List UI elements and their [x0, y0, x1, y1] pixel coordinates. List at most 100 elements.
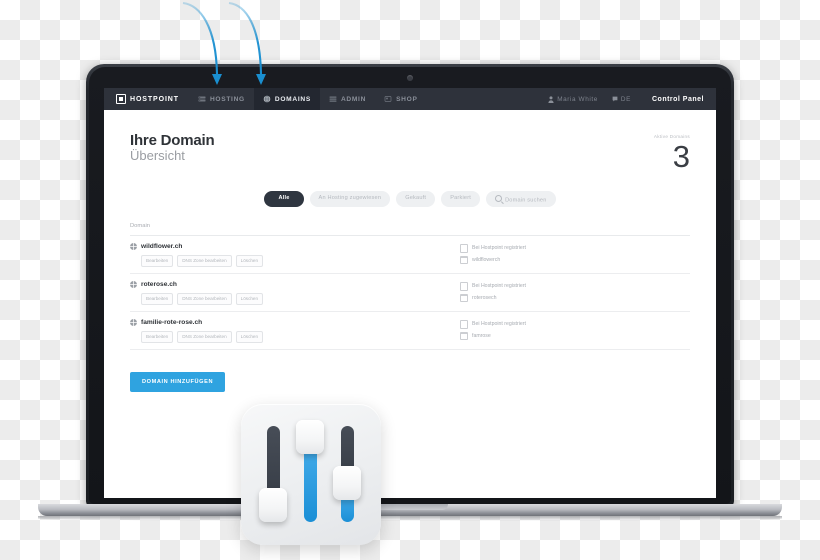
user-name: Maria White — [557, 95, 598, 103]
row-action-group: Bearbeiten DNS Zone bearbeiten Löschen — [141, 330, 460, 343]
hostpoint-logo-icon — [116, 94, 126, 104]
edit-dns-zone-button[interactable]: DNS Zone bearbeiten — [177, 330, 232, 343]
sliders-icon — [329, 96, 337, 102]
table-column-header-domain: Domain — [130, 223, 690, 236]
filter-chip-gekauft[interactable]: Gekauft — [396, 191, 436, 207]
nav-right-group: Maria White DE Control Panel — [541, 88, 716, 110]
laptop-shadow — [38, 516, 782, 521]
active-domains-counter: Aktive Domains 3 — [654, 132, 690, 174]
slider-knob-1[interactable] — [259, 488, 287, 522]
edit-button[interactable]: Bearbeiten — [141, 254, 174, 267]
account-name: roterosech — [460, 293, 690, 302]
nav-tab-hosting-label: HOSTING — [209, 95, 245, 103]
registration-status-label: Bei Hostpoint registriert — [472, 283, 526, 290]
registration-status: Bei Hostpoint registriert — [460, 243, 690, 253]
language-selector[interactable]: DE — [605, 96, 638, 103]
nav-tab-shop[interactable]: SHOP — [375, 88, 427, 110]
edit-dns-zone-button[interactable]: DNS Zone bearbeiten — [177, 292, 232, 305]
delete-button[interactable]: Löschen — [235, 330, 264, 343]
nav-tab-domains[interactable]: DOMAINS — [253, 88, 320, 110]
folder-icon — [460, 255, 468, 264]
page-header: Ihre Domain Übersicht Aktive Domains 3 — [130, 110, 690, 174]
document-icon — [460, 243, 468, 253]
server-icon — [198, 96, 206, 102]
account-name-label: roterosech — [472, 294, 497, 301]
filter-chip-parkiert[interactable]: Parkiert — [441, 191, 481, 207]
page-subtitle: Übersicht — [130, 148, 185, 164]
folder-icon — [460, 331, 468, 340]
filter-chip-domain-suchen[interactable]: Domain suchen — [486, 191, 556, 207]
user-icon — [548, 95, 554, 103]
registration-status-label: Bei Hostpoint registriert — [472, 245, 526, 252]
edit-button[interactable]: Bearbeiten — [141, 292, 174, 305]
registration-status: Bei Hostpoint registriert — [460, 319, 690, 329]
domain-name: roterose.ch — [141, 280, 177, 288]
page-content: Ihre Domain Übersicht Aktive Domains 3 A… — [104, 110, 716, 498]
account-name: wildflowerch — [460, 255, 690, 264]
document-icon — [460, 281, 468, 291]
row-right-column: Bei Hostpoint registriert famrose — [460, 319, 690, 343]
domain-name: wildflower.ch — [141, 242, 183, 250]
page-title-group: Ihre Domain Übersicht — [130, 132, 215, 164]
brand-logo[interactable]: HOSTPOINT — [104, 88, 189, 110]
domain-name-cell: wildflower.ch — [130, 242, 460, 250]
control-panel-link[interactable]: Control Panel — [638, 96, 704, 103]
domain-name: familie-rote-rose.ch — [141, 318, 203, 326]
nav-tab-domains-label: DOMAINS — [274, 95, 311, 103]
slider-knob-2[interactable] — [296, 420, 324, 454]
edit-dns-zone-button[interactable]: DNS Zone bearbeiten — [177, 254, 232, 267]
nav-tab-shop-label: SHOP — [396, 95, 418, 103]
registration-status: Bei Hostpoint registriert — [460, 281, 690, 291]
row-right-column: Bei Hostpoint registriert wildflowerch — [460, 243, 690, 267]
document-icon — [460, 319, 468, 329]
table-row[interactable]: roterose.ch Bearbeiten DNS Zone bearbeit… — [130, 274, 690, 312]
laptop-lid: HOSTPOINT HOSTING DOMAINS ADMIN SHOP Mar… — [86, 64, 734, 507]
domain-name-cell: familie-rote-rose.ch — [130, 318, 460, 326]
nav-tab-admin[interactable]: ADMIN — [320, 88, 375, 110]
filter-chip-an-hosting-zugewiesen[interactable]: An Hosting zugewiesen — [309, 191, 391, 207]
speech-bubble-icon — [612, 96, 618, 102]
globe-icon — [130, 280, 137, 288]
settings-equalizer-icon — [241, 404, 381, 545]
delete-button[interactable]: Löschen — [235, 254, 264, 267]
table-row[interactable]: wildflower.ch Bearbeiten DNS Zone bearbe… — [130, 236, 690, 274]
row-left-column: wildflower.ch Bearbeiten DNS Zone bearbe… — [130, 242, 460, 267]
row-right-column: Bei Hostpoint registriert roterosech — [460, 281, 690, 305]
filter-chip-alle[interactable]: Alle — [264, 191, 304, 207]
domain-table: Domain wildflower.ch Bearbeiten DNS Zone… — [130, 223, 690, 350]
table-row[interactable]: familie-rote-rose.ch Bearbeiten DNS Zone… — [130, 312, 690, 350]
globe-icon — [130, 318, 137, 326]
laptop-screen: HOSTPOINT HOSTING DOMAINS ADMIN SHOP Mar… — [104, 88, 716, 498]
user-menu[interactable]: Maria White — [541, 96, 605, 103]
account-name: famrose — [460, 331, 690, 340]
row-left-column: familie-rote-rose.ch Bearbeiten DNS Zone… — [130, 318, 460, 343]
filter-chip-group: Alle An Hosting zugewiesen Gekauft Parki… — [130, 191, 690, 207]
counter-value: 3 — [672, 139, 690, 174]
cart-icon — [384, 96, 392, 102]
nav-tab-hosting[interactable]: HOSTING — [189, 88, 254, 110]
globe-icon — [130, 242, 137, 250]
brand-label: HOSTPOINT — [130, 95, 179, 103]
registration-status-label: Bei Hostpoint registriert — [472, 321, 526, 328]
row-action-group: Bearbeiten DNS Zone bearbeiten Löschen — [141, 292, 460, 305]
row-left-column: roterose.ch Bearbeiten DNS Zone bearbeit… — [130, 280, 460, 305]
language-label: DE — [620, 95, 631, 103]
folder-icon — [460, 293, 468, 302]
search-icon — [495, 194, 503, 202]
edit-button[interactable]: Bearbeiten — [141, 330, 174, 343]
filter-chip-domain-suchen-label: Domain suchen — [505, 197, 547, 204]
slider-knob-3[interactable] — [333, 466, 361, 500]
globe-icon — [263, 95, 271, 103]
account-name-label: famrose — [472, 332, 491, 339]
webcam-icon — [407, 75, 413, 81]
laptop-mockup: HOSTPOINT HOSTING DOMAINS ADMIN SHOP Mar… — [38, 64, 782, 521]
row-action-group: Bearbeiten DNS Zone bearbeiten Löschen — [141, 254, 460, 267]
delete-button[interactable]: Löschen — [235, 292, 264, 305]
add-domain-button[interactable]: DOMAIN HINZUFÜGEN — [130, 371, 226, 392]
laptop-base-notch — [372, 504, 448, 510]
account-name-label: wildflowerch — [472, 256, 501, 263]
top-navigation: HOSTPOINT HOSTING DOMAINS ADMIN SHOP Mar… — [104, 88, 716, 110]
page-title: Ihre Domain — [130, 132, 215, 149]
nav-tab-admin-label: ADMIN — [340, 95, 367, 103]
